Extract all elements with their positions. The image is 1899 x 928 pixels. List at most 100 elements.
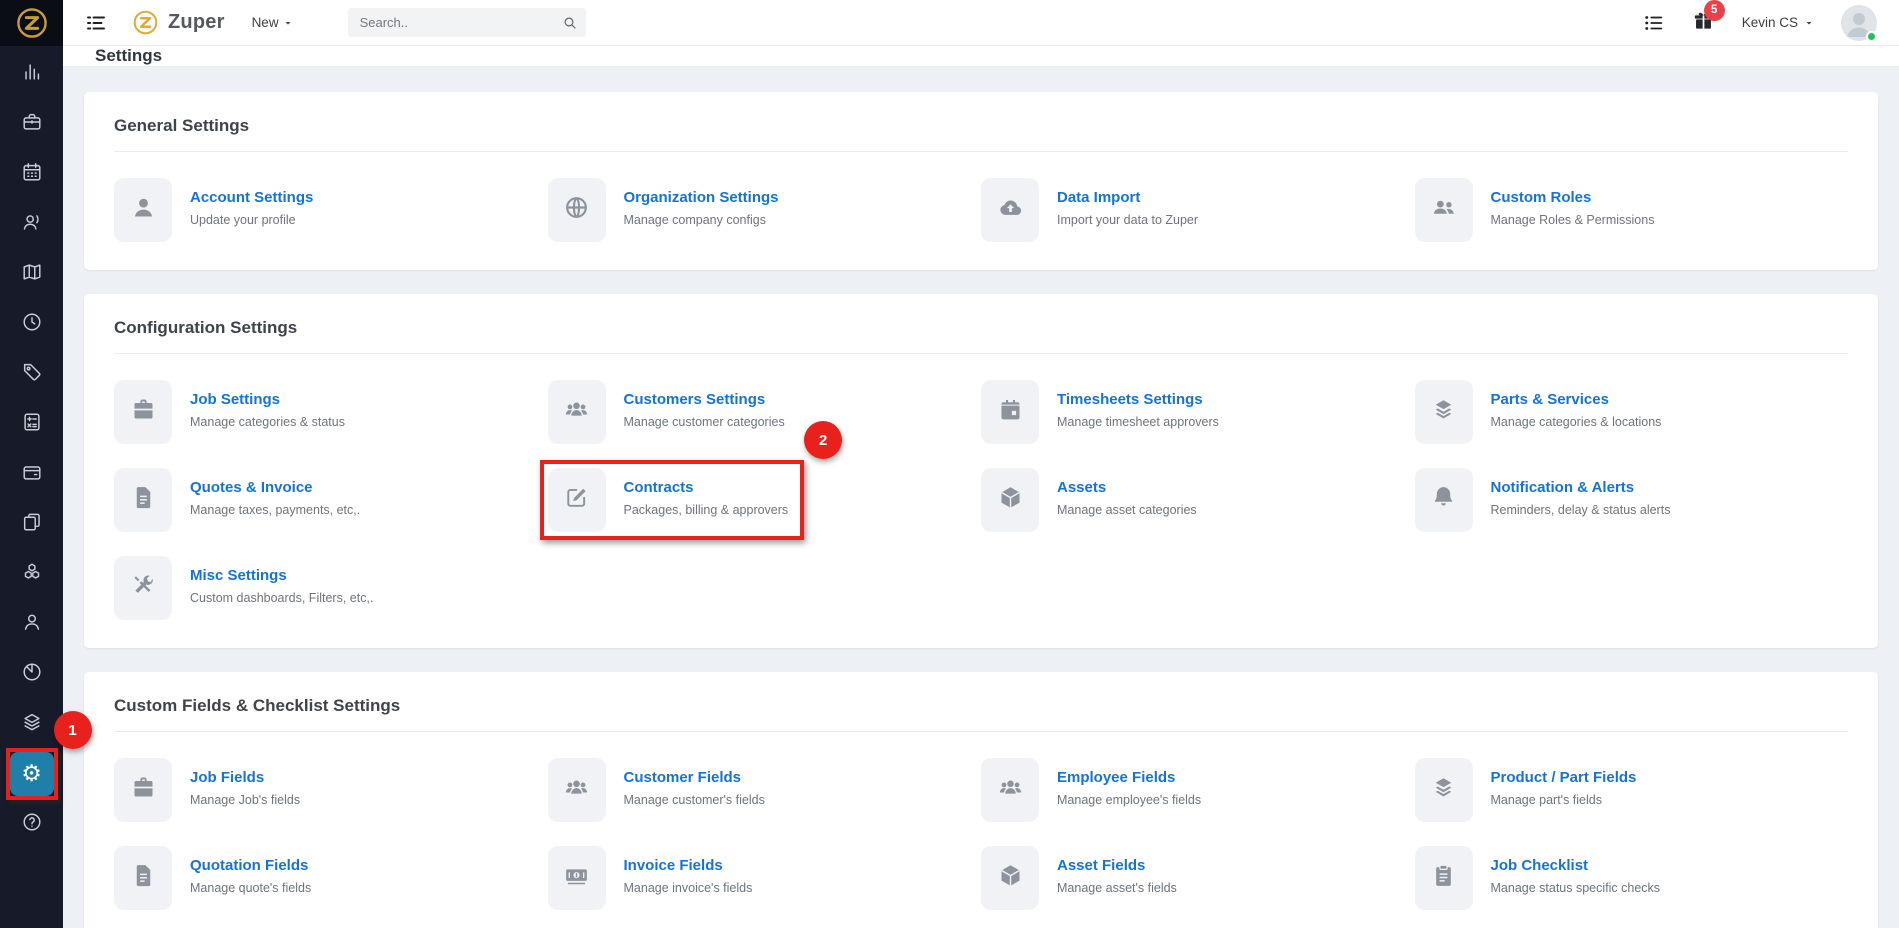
new-menu-button[interactable]: New [252, 15, 293, 30]
settings-link[interactable]: Parts & Services Manage categories & loc… [1415, 380, 1662, 444]
app-logo[interactable] [0, 0, 63, 46]
settings-item-title: Customers Settings [624, 391, 785, 408]
gear-icon: ⚙︎ [21, 762, 42, 786]
settings-item: Product / Part Fields Manage part's fiel… [1415, 758, 1849, 822]
settings-link[interactable]: Asset Fields Manage asset's fields [981, 846, 1177, 910]
settings-link[interactable]: Customer Fields Manage customer's fields [548, 758, 765, 822]
user-name: Kevin CS [1742, 15, 1798, 30]
settings-item-title: Employee Fields [1057, 769, 1201, 786]
settings-item-title: Job Fields [190, 769, 300, 786]
cube-icon [997, 484, 1024, 516]
group-icon [563, 774, 590, 806]
sidebar-item-invoices[interactable] [10, 452, 54, 496]
settings-item: Customer Fields Manage customer's fields [548, 758, 982, 822]
briefcase-outline-icon [21, 111, 43, 138]
sidebar-item-timesheets[interactable] [10, 302, 54, 346]
user-voice-icon [21, 211, 43, 238]
page-header: Settings [63, 46, 1899, 67]
tools-icon [130, 572, 157, 604]
brand[interactable]: Zuper [132, 9, 225, 36]
sidebar-item-documents[interactable] [10, 502, 54, 546]
search-input[interactable] [360, 15, 562, 30]
menu-toggle-icon[interactable] [84, 11, 108, 35]
settings-item: Custom Roles Manage Roles & Permissions [1415, 178, 1849, 242]
document-icon [130, 484, 157, 516]
sidebar-item-help[interactable] [10, 802, 54, 846]
sidebar-item-estimates[interactable] [10, 402, 54, 446]
settings-item: Misc Settings Custom dashboards, Filters… [114, 556, 548, 620]
settings-link[interactable]: Quotation Fields Manage quote's fields [114, 846, 311, 910]
whats-new-button[interactable]: 5 [1692, 9, 1715, 37]
sidebar-item-reports[interactable] [10, 652, 54, 696]
settings-item: Data Import Import your data to Zuper [981, 178, 1415, 242]
settings-item-subtitle: Manage Job's fields [190, 793, 300, 807]
sidebar-item-service-map[interactable] [10, 252, 54, 296]
settings-link[interactable]: Job Settings Manage categories & status [114, 380, 345, 444]
settings-link[interactable]: Job Checklist Manage status specific che… [1415, 846, 1661, 910]
annotation-step-badge: 1 [54, 711, 92, 749]
section-configuration-settings: Configuration Settings Job Settings Mana… [84, 294, 1878, 648]
bell-icon [1430, 484, 1457, 516]
sidebar-item-jobs[interactable] [10, 102, 54, 146]
settings-item-title: Quotation Fields [190, 857, 311, 874]
clipboard-icon [1430, 862, 1457, 894]
settings-link[interactable]: Notification & Alerts Reminders, delay &… [1415, 468, 1671, 532]
briefcase-icon [130, 396, 157, 428]
list-icon[interactable] [1643, 12, 1665, 34]
settings-link[interactable]: Custom Roles Manage Roles & Permissions [1415, 178, 1655, 242]
settings-link[interactable]: Assets Manage asset categories [981, 468, 1197, 532]
settings-link[interactable]: Invoice Fields Manage invoice's fields [548, 846, 753, 910]
user-menu[interactable]: Kevin CS [1742, 15, 1814, 30]
section-general-settings: General Settings Account Settings Update… [84, 92, 1878, 270]
settings-item-subtitle: Manage invoice's fields [624, 881, 753, 895]
topbar: Zuper New 5 Kevin CS [0, 0, 1899, 46]
pie-chart-icon [21, 661, 43, 688]
edit-square-icon [563, 484, 590, 516]
settings-item-subtitle: Manage Roles & Permissions [1491, 213, 1655, 227]
sidebar: ⚙︎ 1 [0, 46, 63, 928]
settings-item: Customers Settings Manage customer categ… [548, 380, 982, 444]
group-icon [997, 774, 1024, 806]
sidebar-item-settings[interactable]: ⚙︎ 1 [10, 752, 54, 796]
settings-item-title: Customer Fields [624, 769, 765, 786]
settings-link[interactable]: Account Settings Update your profile [114, 178, 313, 242]
section-title: Custom Fields & Checklist Settings [114, 696, 1848, 732]
tag-icon [21, 361, 43, 388]
brand-name: Zuper [168, 11, 225, 34]
settings-item-subtitle: Manage asset categories [1057, 503, 1197, 517]
settings-item-subtitle: Manage taxes, payments, etc,. [190, 503, 360, 517]
notification-badge: 5 [1704, 0, 1725, 21]
settings-item-title: Product / Part Fields [1491, 769, 1637, 786]
settings-link[interactable]: Quotes & Invoice Manage taxes, payments,… [114, 468, 360, 532]
settings-item: Job Settings Manage categories & status [114, 380, 548, 444]
settings-link[interactable]: Customers Settings Manage customer categ… [548, 380, 785, 444]
help-circle-icon [21, 811, 43, 838]
settings-item: Organization Settings Manage company con… [548, 178, 982, 242]
settings-item: Timesheets Settings Manage timesheet app… [981, 380, 1415, 444]
layers-icon [1430, 396, 1457, 428]
settings-link[interactable]: Contracts Packages, billing & approvers … [548, 468, 789, 532]
sidebar-item-tags[interactable] [10, 352, 54, 396]
settings-item-subtitle: Manage company configs [624, 213, 779, 227]
sidebar-item-parts[interactable] [10, 702, 54, 746]
person-outline-icon [21, 611, 43, 638]
settings-link[interactable]: Organization Settings Manage company con… [548, 178, 779, 242]
avatar[interactable] [1841, 5, 1877, 41]
settings-link[interactable]: Job Fields Manage Job's fields [114, 758, 300, 822]
sidebar-item-teams[interactable] [10, 602, 54, 646]
settings-link[interactable]: Misc Settings Custom dashboards, Filters… [114, 556, 373, 620]
sidebar-item-customers[interactable] [10, 202, 54, 246]
section-custom-fields-settings: Custom Fields & Checklist Settings Job F… [84, 672, 1878, 928]
settings-link[interactable]: Employee Fields Manage employee's fields [981, 758, 1201, 822]
topbar-right: 5 Kevin CS [1643, 5, 1899, 41]
money-icon [563, 862, 590, 894]
sidebar-item-dashboard[interactable] [10, 52, 54, 96]
sidebar-item-assets[interactable] [10, 552, 54, 596]
layers-icon [1430, 774, 1457, 806]
settings-link[interactable]: Timesheets Settings Manage timesheet app… [981, 380, 1219, 444]
settings-link[interactable]: Product / Part Fields Manage part's fiel… [1415, 758, 1637, 822]
settings-link[interactable]: Data Import Import your data to Zuper [981, 178, 1198, 242]
document-icon [130, 862, 157, 894]
settings-item-subtitle: Update your profile [190, 213, 313, 227]
sidebar-item-dispatch-board[interactable] [10, 152, 54, 196]
